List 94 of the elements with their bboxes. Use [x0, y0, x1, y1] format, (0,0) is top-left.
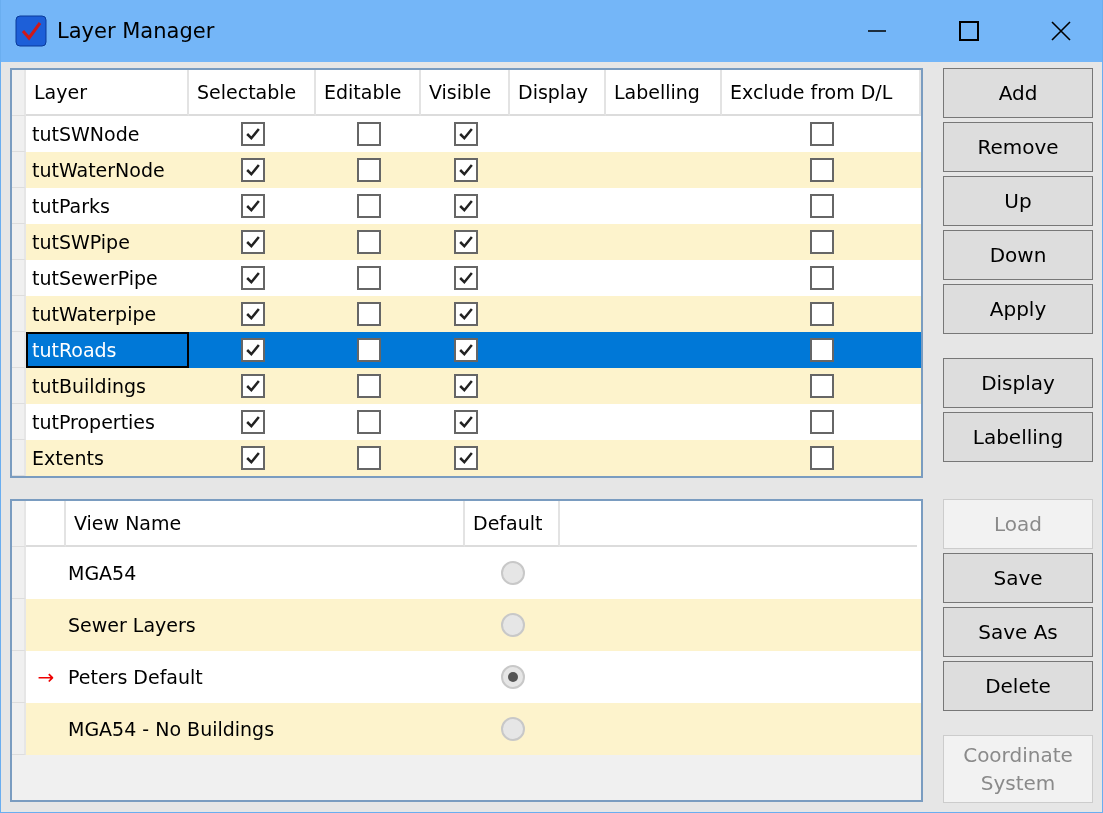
checkbox[interactable] — [453, 446, 478, 470]
layer-name[interactable]: tutSWPipe — [32, 231, 130, 253]
checkbox[interactable] — [356, 158, 381, 182]
table-row[interactable]: MGA54 — [12, 547, 921, 599]
layer-name[interactable]: tutSewerPipe — [32, 267, 158, 289]
table-row[interactable]: → Peters Default — [12, 651, 921, 703]
checkbox[interactable] — [453, 266, 478, 290]
checkbox[interactable] — [453, 194, 478, 218]
radio-button[interactable] — [500, 665, 525, 689]
checkbox[interactable] — [240, 410, 265, 434]
add-button[interactable]: Add — [943, 68, 1093, 118]
row-header — [12, 440, 26, 476]
checkbox[interactable] — [240, 266, 265, 290]
checkbox[interactable] — [356, 122, 381, 146]
checkbox[interactable] — [356, 302, 381, 326]
table-row[interactable]: tutWaterNode — [12, 152, 921, 188]
table-row[interactable]: tutWaterpipe — [12, 296, 921, 332]
save-button[interactable]: Save — [943, 553, 1093, 603]
checkbox[interactable] — [356, 446, 381, 470]
labelling-button[interactable]: Labelling — [943, 412, 1093, 462]
row-header — [12, 188, 26, 224]
layer-name[interactable]: tutWaterNode — [32, 159, 165, 181]
checkbox[interactable] — [809, 446, 834, 470]
layer-name[interactable]: tutWaterpipe — [32, 303, 157, 325]
checkbox[interactable] — [356, 410, 381, 434]
checkbox[interactable] — [809, 338, 834, 362]
row-header — [12, 224, 26, 260]
checkbox[interactable] — [453, 230, 478, 254]
view-name[interactable]: Sewer Layers — [68, 614, 196, 636]
checkbox[interactable] — [356, 338, 381, 362]
row-header — [12, 296, 26, 332]
view-name[interactable]: MGA54 — [68, 562, 137, 584]
row-header — [12, 260, 26, 296]
window-title: Layer Manager — [57, 19, 216, 43]
checkbox[interactable] — [809, 410, 834, 434]
app-checkmark-icon — [15, 15, 47, 47]
maximize-icon[interactable] — [958, 20, 980, 42]
checkbox[interactable] — [809, 158, 834, 182]
layer-name[interactable]: tutBuildings — [32, 375, 146, 397]
layer-name[interactable]: tutParks — [32, 195, 110, 217]
checkbox[interactable] — [240, 302, 265, 326]
checkbox[interactable] — [240, 374, 265, 398]
checkbox[interactable] — [453, 374, 478, 398]
checkbox[interactable] — [240, 338, 265, 362]
row-header — [12, 70, 26, 116]
checkbox[interactable] — [240, 446, 265, 470]
save-as-button[interactable]: Save As — [943, 607, 1093, 657]
row-header — [12, 332, 26, 368]
layer-name[interactable]: tutSWNode — [32, 123, 140, 145]
close-icon[interactable] — [1050, 20, 1072, 42]
apply-button[interactable]: Apply — [943, 284, 1093, 334]
display-button[interactable]: Display — [943, 358, 1093, 408]
table-row[interactable]: tutRoads — [12, 332, 921, 368]
up-button[interactable]: Up — [943, 176, 1093, 226]
view-name[interactable]: Peters Default — [68, 666, 203, 688]
table-row[interactable]: MGA54 - No Buildings — [12, 703, 921, 755]
row-header — [12, 368, 26, 404]
radio-button[interactable] — [500, 613, 525, 637]
view-name[interactable]: MGA54 - No Buildings — [68, 718, 275, 740]
radio-button[interactable] — [500, 561, 525, 585]
checkbox[interactable] — [356, 374, 381, 398]
layer-name[interactable]: tutProperties — [32, 411, 155, 433]
row-header — [12, 116, 26, 152]
checkbox[interactable] — [240, 158, 265, 182]
row-header — [12, 152, 26, 188]
checkbox[interactable] — [240, 230, 265, 254]
down-button[interactable]: Down — [943, 230, 1093, 280]
table-row[interactable]: Extents — [12, 440, 921, 476]
checkbox[interactable] — [356, 266, 381, 290]
checkbox[interactable] — [240, 122, 265, 146]
checkbox[interactable] — [356, 194, 381, 218]
checkbox[interactable] — [453, 302, 478, 326]
checkbox[interactable] — [453, 410, 478, 434]
checkbox[interactable] — [453, 158, 478, 182]
checkbox[interactable] — [356, 230, 381, 254]
row-header — [12, 404, 26, 440]
checkbox[interactable] — [809, 302, 834, 326]
checkbox[interactable] — [809, 230, 834, 254]
remove-button[interactable]: Remove — [943, 122, 1093, 172]
checkbox[interactable] — [453, 338, 478, 362]
checkbox[interactable] — [809, 122, 834, 146]
checkbox[interactable] — [809, 194, 834, 218]
checkbox[interactable] — [809, 266, 834, 290]
delete-button[interactable]: Delete — [943, 661, 1093, 711]
checkbox[interactable] — [453, 122, 478, 146]
table-row[interactable]: tutBuildings — [12, 368, 921, 404]
radio-button[interactable] — [500, 717, 525, 741]
current-view-arrow: → — [37, 665, 55, 689]
table-row[interactable]: tutSWPipe — [12, 224, 921, 260]
layer-name[interactable]: Extents — [32, 447, 104, 469]
layer-name[interactable]: tutRoads — [26, 332, 189, 368]
table-row[interactable]: Sewer Layers — [12, 599, 921, 651]
checkbox[interactable] — [240, 194, 265, 218]
checkbox[interactable] — [809, 374, 834, 398]
